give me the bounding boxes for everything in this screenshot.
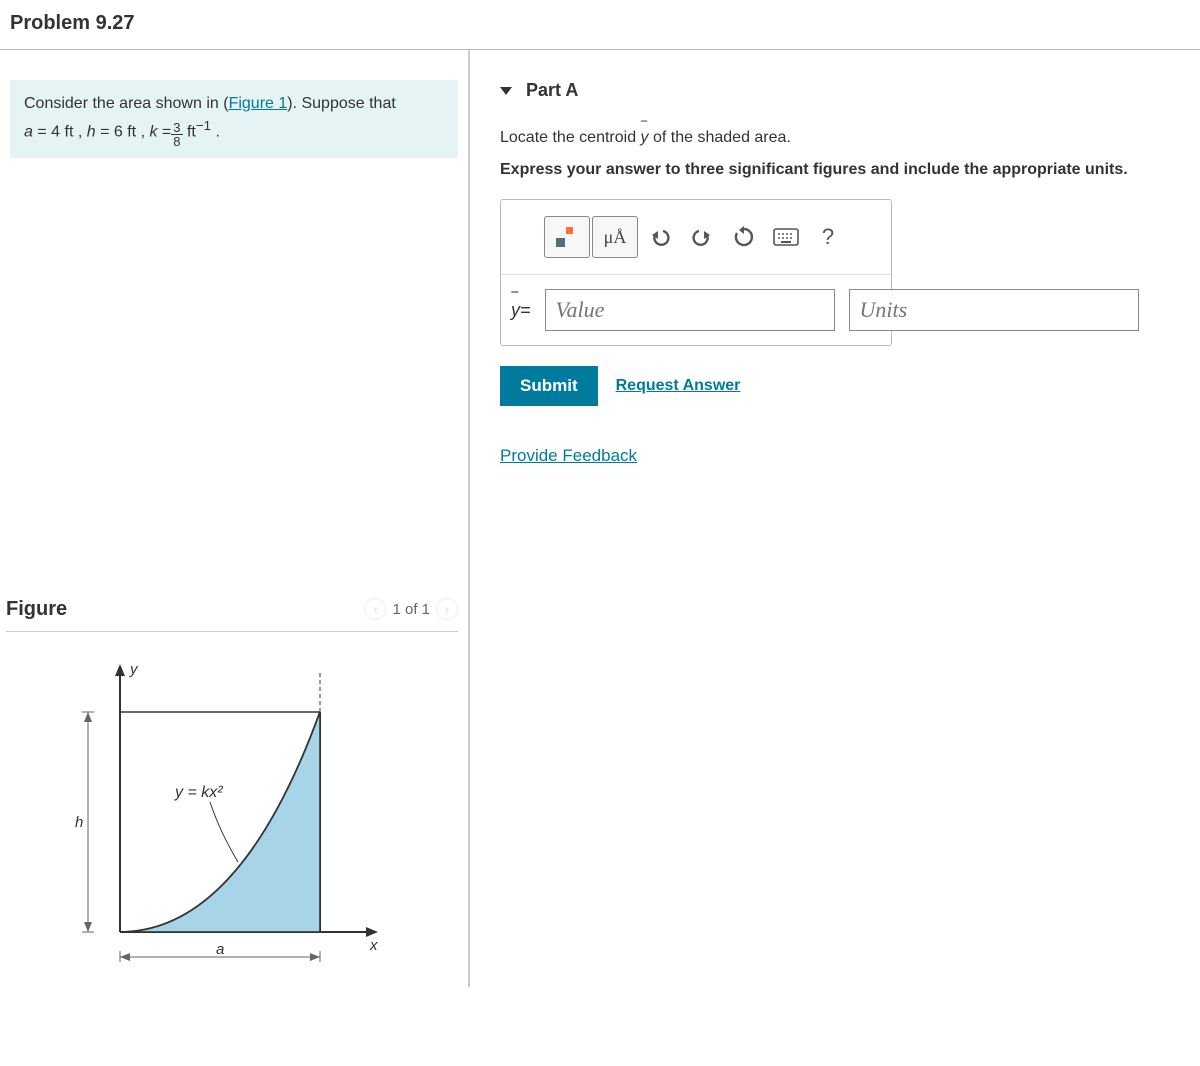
period: . xyxy=(211,123,220,140)
units-input[interactable] xyxy=(849,289,1139,331)
figure-link[interactable]: Figure 1 xyxy=(229,95,288,112)
ybar-symbol: y xyxy=(641,129,649,147)
problem-title: Problem 9.27 xyxy=(0,0,1200,50)
var-k-label: k xyxy=(149,123,157,140)
var-h-label: h xyxy=(87,123,96,140)
reset-button[interactable] xyxy=(724,216,764,258)
x-axis-label: x xyxy=(369,937,378,954)
figure-nav-label: 1 of 1 xyxy=(392,601,430,618)
prompt1-pre: Locate the centroid xyxy=(500,129,641,146)
answer-variable-label: y = xyxy=(511,289,531,331)
k-frac-num: 3 xyxy=(171,121,182,135)
figure-title: Figure xyxy=(6,598,67,621)
prompt1-post: of the shaded area. xyxy=(649,129,791,146)
right-column: Part A Locate the centroid y of the shad… xyxy=(470,50,1200,987)
problem-statement: Consider the area shown in (Figure 1). S… xyxy=(10,80,458,158)
value-input[interactable] xyxy=(545,289,835,331)
undo-icon xyxy=(649,227,671,247)
figure-body: y x h xyxy=(0,632,468,987)
part-header[interactable]: Part A xyxy=(500,80,1190,101)
redo-button[interactable] xyxy=(682,216,722,258)
left-column: Consider the area shown in (Figure 1). S… xyxy=(0,50,470,987)
var-k-equals: = xyxy=(162,123,171,140)
curve-eq: y = kx² xyxy=(174,784,223,801)
k-exp: −1 xyxy=(196,118,211,133)
templates-tool-button[interactable] xyxy=(544,216,590,258)
answer-box: μÅ ? xyxy=(500,199,892,346)
k-unit: ft xyxy=(187,123,196,140)
keyboard-icon xyxy=(773,228,799,246)
a-dim-label: a xyxy=(216,941,224,958)
templates-icon xyxy=(554,225,580,249)
undo-button[interactable] xyxy=(640,216,680,258)
k-frac-den: 8 xyxy=(171,135,182,148)
answer-toolbar: μÅ ? xyxy=(501,200,891,275)
keyboard-button[interactable] xyxy=(766,216,806,258)
prompt-line-2: Express your answer to three significant… xyxy=(500,161,1190,179)
units-tool-button[interactable]: μÅ xyxy=(592,216,638,258)
var-a-value: = 4 ft xyxy=(37,123,73,140)
prompt-line-1: Locate the centroid y of the shaded area… xyxy=(500,129,1190,147)
var-h-value: = 6 ft xyxy=(100,123,136,140)
redo-icon xyxy=(691,227,713,247)
var-a-label: a xyxy=(24,123,33,140)
y-axis-label: y xyxy=(129,661,139,678)
ybar-label-symbol: y xyxy=(511,300,520,321)
submit-button[interactable]: Submit xyxy=(500,366,598,406)
k-fraction: 38 xyxy=(171,121,182,148)
statement-prefix: Consider the area shown in ( xyxy=(24,95,229,112)
figure-prev-button[interactable]: ‹ xyxy=(364,598,386,620)
help-button[interactable]: ? xyxy=(808,216,848,258)
part-title: Part A xyxy=(526,80,578,101)
statement-suffix: ). Suppose that xyxy=(287,95,396,112)
figure-next-button[interactable]: › xyxy=(436,598,458,620)
provide-feedback-link[interactable]: Provide Feedback xyxy=(500,446,637,465)
request-answer-link[interactable]: Request Answer xyxy=(616,377,741,395)
reset-icon xyxy=(733,226,755,248)
h-dim-label: h xyxy=(75,814,83,831)
equals-sign: = xyxy=(520,300,531,321)
figure-nav: ‹ 1 of 1 › xyxy=(364,598,458,620)
figure-svg: y x h xyxy=(70,652,390,962)
caret-down-icon xyxy=(500,87,512,95)
